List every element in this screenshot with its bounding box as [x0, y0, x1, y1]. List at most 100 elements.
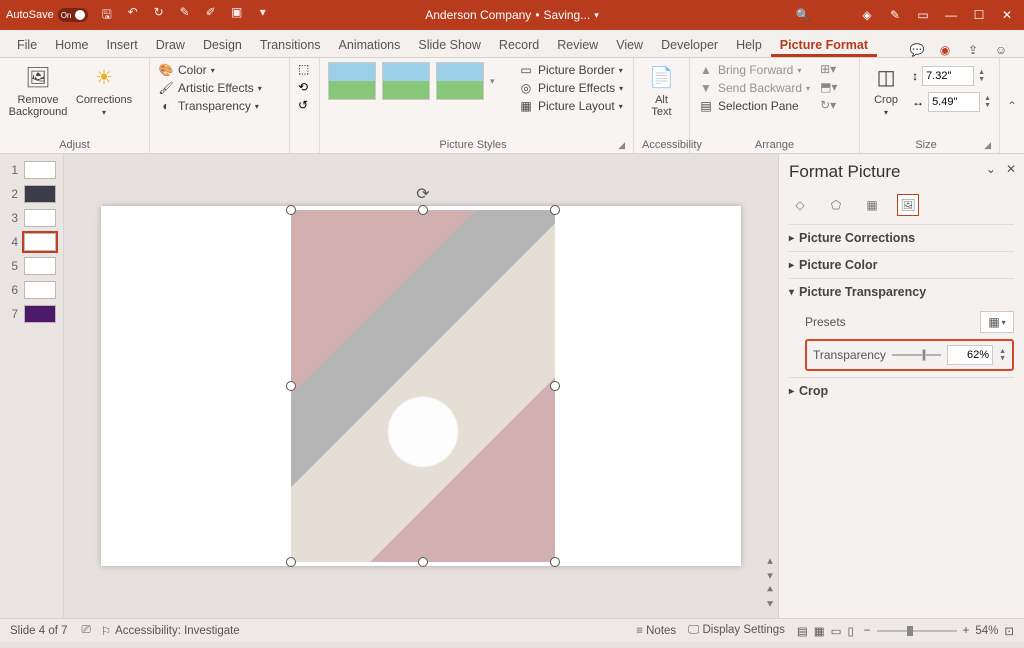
- style-gallery[interactable]: ▾: [328, 62, 504, 100]
- redo-icon[interactable]: ↻: [150, 5, 168, 26]
- account-icon[interactable]: ☺: [992, 43, 1010, 57]
- normal-view-icon[interactable]: ▤: [797, 624, 808, 638]
- undo-icon[interactable]: ↶: [124, 5, 142, 26]
- scroll-up-icon[interactable]: ▴: [767, 554, 773, 567]
- thumb-3[interactable]: 3: [0, 206, 63, 230]
- section-header[interactable]: ▸Picture Corrections: [789, 231, 1014, 245]
- group-icon[interactable]: ⬒▾: [820, 80, 837, 94]
- picture-cat-icon[interactable]: 🖼: [897, 194, 919, 216]
- comments-icon[interactable]: 💬: [908, 43, 926, 57]
- accessibility-status[interactable]: Accessibility: Investigate: [115, 625, 240, 637]
- share-icon[interactable]: ⇪: [964, 43, 982, 57]
- display-settings-button[interactable]: 🖵 Display Settings: [688, 624, 785, 637]
- picture-effects-menu[interactable]: ◎Picture Effects▾: [518, 80, 623, 96]
- crop-button[interactable]: ◫Crop▾: [868, 62, 904, 117]
- size-props-icon[interactable]: ▦: [861, 194, 883, 216]
- spinner-icon[interactable]: ▲▼: [999, 348, 1006, 362]
- section-header[interactable]: ▸Picture Color: [789, 258, 1014, 272]
- tab-help[interactable]: Help: [727, 33, 771, 57]
- resize-handle[interactable]: [550, 205, 560, 215]
- spinner-icon[interactable]: ▲▼: [978, 69, 985, 83]
- rotate-handle-icon[interactable]: ⟳: [416, 184, 429, 204]
- effects-cat-icon[interactable]: ⬠: [825, 194, 847, 216]
- color-menu[interactable]: 🎨Color▾: [158, 62, 215, 78]
- corrections-button[interactable]: ☀ Corrections ▾: [74, 62, 134, 117]
- thumb-5[interactable]: 5: [0, 254, 63, 278]
- thumb-1[interactable]: 1: [0, 158, 63, 182]
- tab-animations[interactable]: Animations: [330, 33, 410, 57]
- height-input[interactable]: ↕▲▼: [912, 66, 991, 86]
- tab-record[interactable]: Record: [490, 33, 548, 57]
- resize-handle[interactable]: [286, 557, 296, 567]
- language-icon[interactable]: ⎚: [82, 624, 91, 637]
- transparency-menu[interactable]: ◐Transparency▾: [158, 98, 259, 114]
- prev-slide-icon[interactable]: ⯅: [766, 584, 775, 597]
- diamond-icon[interactable]: ◈: [856, 8, 878, 22]
- section-header[interactable]: ▾Picture Transparency: [789, 285, 1014, 299]
- section-header[interactable]: ▸Crop: [789, 384, 1014, 398]
- reset-picture-icon[interactable]: ↺: [298, 98, 308, 112]
- tab-review[interactable]: Review: [548, 33, 607, 57]
- touch-mode-icon[interactable]: ✎: [176, 5, 194, 26]
- slideshow-view-icon[interactable]: ▯: [848, 624, 854, 638]
- tab-slideshow[interactable]: Slide Show: [409, 33, 490, 57]
- thumb-4[interactable]: 4: [0, 230, 63, 254]
- document-title[interactable]: Anderson Company • Saving... ▾: [425, 8, 599, 22]
- resize-handle[interactable]: [286, 381, 296, 391]
- zoom-slider[interactable]: [877, 624, 957, 638]
- present-icon[interactable]: ▣: [228, 5, 246, 26]
- bring-forward-button[interactable]: ▲Bring Forward▾: [698, 62, 810, 78]
- transparency-value-input[interactable]: [947, 345, 993, 365]
- gallery-more-icon[interactable]: ▾: [490, 62, 504, 100]
- transparency-slider[interactable]: [892, 347, 941, 363]
- rotate-icon[interactable]: ↻▾: [820, 98, 837, 112]
- zoom-out-icon[interactable]: −: [864, 625, 871, 637]
- resize-handle[interactable]: [418, 205, 428, 215]
- selected-picture[interactable]: ⟳: [291, 210, 555, 562]
- zoom-value[interactable]: 54%: [975, 625, 998, 637]
- spinner-icon[interactable]: ▲▼: [984, 95, 991, 109]
- reading-view-icon[interactable]: ▭: [831, 624, 842, 638]
- ink-icon[interactable]: ✐: [202, 5, 220, 26]
- pane-options-icon[interactable]: ⌄: [986, 162, 996, 176]
- alt-text-button[interactable]: 📄Alt Text: [642, 62, 681, 118]
- send-backward-button[interactable]: ▼Send Backward▾: [698, 80, 810, 96]
- collapse-ribbon-icon[interactable]: ⌃: [1000, 58, 1024, 153]
- record-icon[interactable]: ◉: [936, 43, 954, 57]
- qat-more-icon[interactable]: ▾: [254, 5, 272, 26]
- tab-draw[interactable]: Draw: [147, 33, 194, 57]
- artistic-effects-menu[interactable]: 🖌Artistic Effects▾: [158, 80, 262, 96]
- minimize-button[interactable]: —: [940, 8, 962, 22]
- next-slide-icon[interactable]: ⯆: [766, 599, 775, 612]
- tab-view[interactable]: View: [607, 33, 652, 57]
- resize-handle[interactable]: [286, 205, 296, 215]
- slide-counter[interactable]: Slide 4 of 7: [10, 625, 68, 637]
- tab-developer[interactable]: Developer: [652, 33, 727, 57]
- selection-pane-button[interactable]: ▤Selection Pane: [698, 98, 810, 114]
- brush-icon[interactable]: ✎: [884, 8, 906, 22]
- tab-picture-format[interactable]: Picture Format: [771, 33, 877, 57]
- style-thumb[interactable]: [382, 62, 430, 100]
- dialog-launcher-icon[interactable]: ◢: [618, 140, 625, 151]
- tab-transitions[interactable]: Transitions: [251, 33, 330, 57]
- maximize-button[interactable]: ☐: [968, 8, 990, 22]
- chevron-down-icon[interactable]: ▾: [594, 10, 599, 21]
- close-button[interactable]: ✕: [996, 8, 1018, 22]
- style-thumb[interactable]: [436, 62, 484, 100]
- scroll-down-icon[interactable]: ▾: [767, 569, 773, 582]
- dialog-launcher-icon[interactable]: ◢: [984, 140, 991, 151]
- fill-line-icon[interactable]: ◇: [789, 194, 811, 216]
- width-input[interactable]: ↔▲▼: [912, 92, 991, 112]
- zoom-in-icon[interactable]: +: [963, 625, 970, 637]
- presets-dropdown[interactable]: ▦ ▾: [980, 311, 1014, 333]
- slide-canvas[interactable]: ⟳ ▴ ▾ ⯅ ⯆: [64, 154, 778, 618]
- fit-window-icon[interactable]: ⊡: [1004, 624, 1014, 638]
- search-icon[interactable]: 🔍: [792, 8, 814, 22]
- vertical-scrollbar[interactable]: ▴ ▾ ⯅ ⯆: [762, 154, 778, 618]
- window-icon[interactable]: ▭: [912, 8, 934, 22]
- resize-handle[interactable]: [418, 557, 428, 567]
- notes-button[interactable]: ≡ Notes: [636, 625, 676, 637]
- save-icon[interactable]: 🖫: [98, 5, 116, 26]
- pane-close-icon[interactable]: ✕: [1006, 162, 1016, 176]
- remove-background-button[interactable]: 🖼 Remove Background: [8, 62, 68, 118]
